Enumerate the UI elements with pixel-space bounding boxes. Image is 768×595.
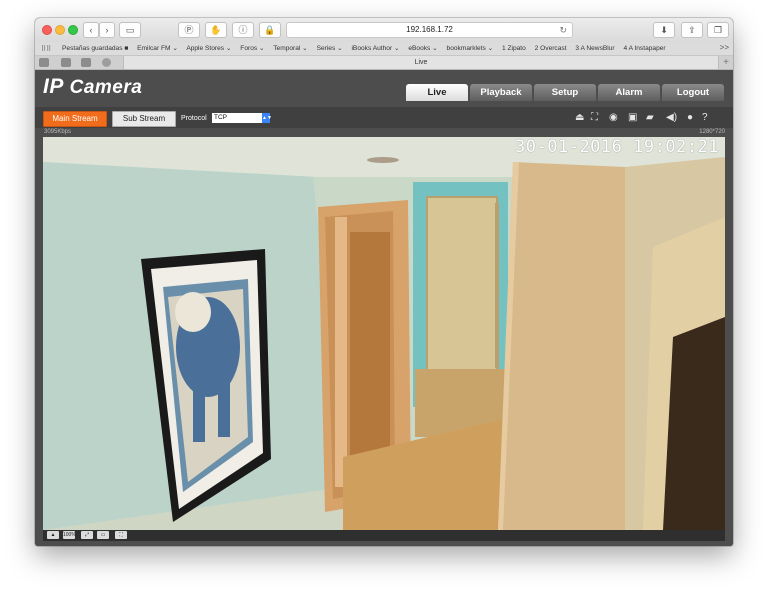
dropdown-arrow-icon: ▲▼ [262, 113, 272, 123]
close-window-button[interactable] [42, 25, 52, 35]
minimize-window-button[interactable] [55, 25, 65, 35]
live-video-feed[interactable]: 30-01-2016 19:02:21 [43, 137, 725, 530]
tab-logout[interactable]: Logout [662, 84, 724, 101]
bookmark-item[interactable]: Pestañas guardadas ■ [62, 45, 128, 52]
video-timestamp: 30-01-2016 19:02:21 [515, 137, 719, 157]
fit-window-icon[interactable]: ⤢ [81, 531, 93, 539]
sidebar-toggle-button[interactable]: ▭ [119, 22, 141, 38]
tabs-overview-icon[interactable]: ❐ [707, 22, 729, 38]
aspect-ratio-icon[interactable]: ▭ [97, 531, 109, 539]
bookmark-item[interactable]: 2 Overcast [535, 45, 567, 52]
pinterest-icon[interactable]: Ⓟ [178, 22, 200, 38]
bookmark-item[interactable]: Apple Stores ⌄ [186, 45, 231, 52]
tab-setup[interactable]: Setup [534, 84, 596, 101]
tab-playback[interactable]: Playback [470, 84, 532, 101]
share-icon[interactable]: ⇪ [681, 22, 703, 38]
protocol-select[interactable]: TCP ▲▼ [212, 113, 272, 123]
help-icon[interactable]: ? [702, 113, 708, 123]
grid-icon[interactable]: ⠿⠿ [41, 45, 51, 53]
tab-bar: Live + [35, 56, 733, 70]
alarm-bell-icon[interactable]: ⏏ [575, 113, 584, 123]
fullscreen-icon[interactable]: ⛶ [115, 531, 127, 539]
resolution-readout: 1280*720 [699, 129, 725, 135]
reload-icon[interactable]: ↻ [559, 23, 567, 37]
bookmark-item[interactable]: 1 Zipato [502, 45, 526, 52]
record-icon[interactable]: ▰ [646, 113, 654, 123]
address-bar[interactable]: 192.168.1.72 ↻ [286, 22, 573, 38]
download-icon[interactable]: ⬇ [653, 22, 675, 38]
logo-text: Camera [69, 77, 143, 98]
back-button[interactable]: ‹ [83, 22, 99, 38]
tab-live[interactable]: Live [123, 56, 719, 69]
zoom-100-button[interactable]: 100% [63, 531, 76, 539]
main-stream-button[interactable]: Main Stream [43, 111, 107, 127]
zoom-window-button[interactable] [68, 25, 78, 35]
bookmarks-bar: ⠿⠿ Pestañas guardadas ■ Emilcar FM ⌄ App… [35, 42, 733, 56]
pinned-settings-tab[interactable] [102, 58, 111, 67]
bookmark-item[interactable]: Series ⌄ [317, 45, 343, 52]
bookmark-item[interactable]: eBooks ⌄ [408, 45, 437, 52]
app-logo: IP Camera [43, 75, 142, 99]
bookmark-item[interactable]: 4 A Instapaper [623, 45, 665, 52]
image-icon[interactable]: ▣ [628, 113, 637, 123]
video-controls-bar: ▲ 100% ⤢ ▭ ⛶ [43, 530, 725, 541]
info-icon[interactable]: ⓘ [232, 22, 254, 38]
new-tab-button[interactable]: + [723, 56, 729, 69]
pinned-mail-tab[interactable] [81, 58, 91, 67]
camera-scene [43, 137, 725, 530]
tab-title: Live [414, 59, 428, 66]
sub-stream-button[interactable]: Sub Stream [112, 111, 176, 127]
pinned-tab[interactable] [39, 58, 49, 67]
bookmark-item[interactable]: Emilcar FM ⌄ [137, 45, 178, 52]
microphone-icon[interactable]: ● [687, 113, 693, 123]
bookmark-item[interactable]: bookmarklets ⌄ [447, 45, 494, 52]
stream-toolbar: Main Stream Sub Stream Protocol TCP ▲▼ ⏏… [35, 107, 733, 128]
bookmark-item[interactable]: Foros ⌄ [240, 45, 264, 52]
ip-camera-page: IP Camera Live Playback Setup Alarm Logo… [35, 70, 733, 546]
pinned-tab[interactable] [61, 58, 71, 67]
bookmark-item[interactable]: iBooks Author ⌄ [351, 45, 399, 52]
region-zoom-icon[interactable]: ⛶ [591, 113, 598, 123]
tab-alarm[interactable]: Alarm [598, 84, 660, 101]
logo-ip: IP [43, 75, 64, 98]
snapshot-icon[interactable]: ◉ [609, 113, 618, 123]
lock-icon[interactable]: 🔒 [259, 22, 281, 38]
protocol-label: Protocol [181, 115, 207, 122]
hand-icon[interactable]: ✋ [205, 22, 227, 38]
tab-live-view[interactable]: Live [406, 84, 468, 101]
protocol-value: TCP [214, 114, 227, 121]
browser-window: ‹ › ▭ Ⓟ ✋ ⓘ 🔒 192.168.1.72 ↻ ⬇ ⇪ ❐ ⠿⠿ Pe… [35, 18, 733, 546]
image-adjust-icon[interactable]: ▲ [47, 531, 59, 539]
forward-button[interactable]: › [99, 22, 115, 38]
bitrate-readout: 3095Kbps [44, 129, 72, 135]
bookmarks-overflow-button[interactable]: >> [720, 43, 729, 52]
speaker-icon[interactable]: ◀) [666, 113, 677, 123]
browser-toolbar: ‹ › ▭ Ⓟ ✋ ⓘ 🔒 192.168.1.72 ↻ ⬇ ⇪ ❐ [35, 18, 733, 42]
bookmark-item[interactable]: 3 A NewsBlur [575, 45, 614, 52]
bookmark-item[interactable]: Temporal ⌄ [273, 45, 307, 52]
url-text: 192.168.1.72 [406, 25, 453, 34]
